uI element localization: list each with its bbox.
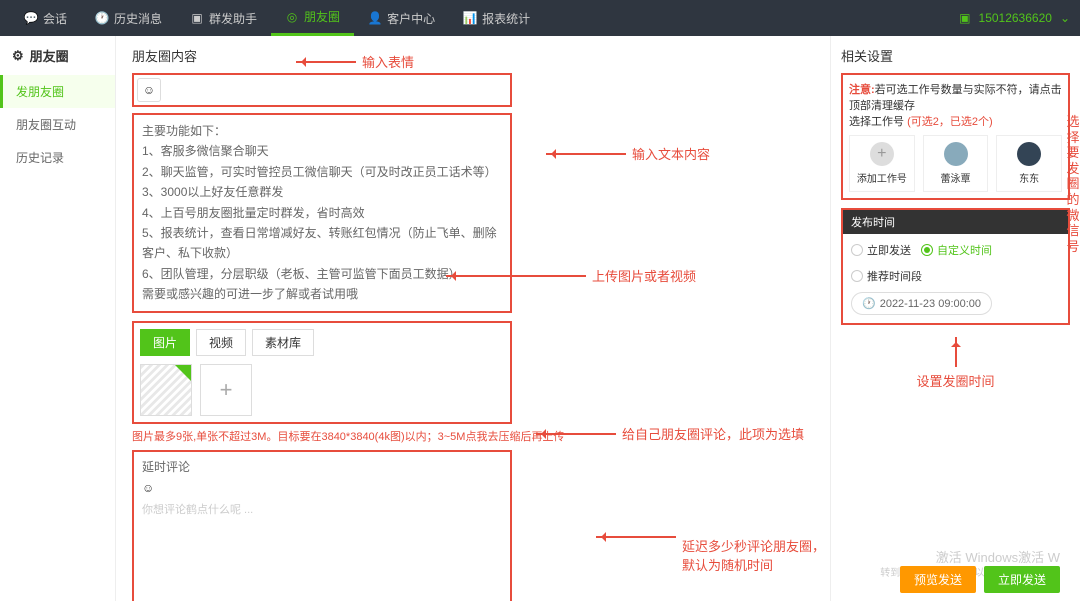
publish-time-value: 2022-11-23 09:00:00 [880, 298, 981, 310]
publish-time-input[interactable]: 🕐 2022-11-23 09:00:00 [851, 292, 992, 315]
nav-history[interactable]: 🕐 历史消息 [81, 0, 176, 36]
avatar-icon [944, 142, 968, 166]
media-hint: 图片最多9张,单张不超过3M。目标要在3840*3840(4k图)以内；3~5M… [132, 428, 814, 444]
sidebar-item-history[interactable]: 历史记录 [0, 141, 115, 174]
nav-label: 历史消息 [114, 10, 162, 27]
worker-add[interactable]: + 添加工作号 [849, 135, 915, 192]
sidebar-item-post[interactable]: 发朋友圈 [0, 75, 115, 108]
sidebar-left: ⚙ 朋友圈 发朋友圈 朋友圈互动 历史记录 [0, 36, 116, 601]
nav-moments[interactable]: ◎ 朋友圈 [271, 0, 354, 36]
chevron-down-icon: ⌄ [1060, 11, 1070, 25]
sidebar-header: ⚙ 朋友圈 [0, 36, 115, 75]
nav-customer[interactable]: 👤 客户中心 [354, 0, 449, 36]
worker-name: 东东 [999, 170, 1059, 185]
media-tab-image[interactable]: 图片 [140, 329, 190, 356]
clock-icon: 🕐 [95, 11, 109, 25]
media-tab-library[interactable]: 素材库 [252, 329, 314, 356]
watermark-line1: 激活 Windows激活 W [880, 549, 1060, 567]
notice-text: 若可选工作号数量与实际不符，请点击顶部清理缓存 [849, 84, 1062, 112]
radio-label: 推荐时间段 [867, 268, 922, 284]
nav-label: 朋友圈 [304, 8, 340, 25]
emoji-button[interactable]: ☺ [137, 78, 161, 102]
annot-worker-select: 选择要发圈的微信号 [1064, 114, 1080, 254]
gear-icon: ⚙ [12, 48, 24, 64]
media-thumb-add[interactable]: + [200, 364, 252, 416]
publish-opt-custom[interactable]: 自定义时间 [921, 242, 992, 258]
related-settings-title: 相关设置 [841, 46, 1070, 65]
send-icon: ▣ [190, 11, 204, 25]
comment-emoji-button[interactable]: ☺ [142, 481, 502, 495]
nav-label: 群发助手 [209, 10, 257, 27]
work-label: 选择工作号 [849, 116, 904, 128]
nav-label: 客户中心 [387, 10, 435, 27]
content-textarea[interactable]: 主要功能如下： 1、客服多微信聚合聊天 2、聊天监管，可实时管控员工微信聊天（可… [132, 113, 512, 313]
user-icon: 👤 [368, 11, 382, 25]
plus-icon: + [870, 142, 894, 166]
notice-label: 注意: [849, 84, 875, 96]
radio-icon [851, 270, 863, 282]
main-content: 朋友圈内容 ☺ 输入表情 主要功能如下： 1、客服多微信聚合聊天 2、聊天监管，… [116, 36, 830, 601]
top-nav: 💬 会话 🕐 历史消息 ▣ 群发助手 ◎ 朋友圈 👤 客户中心 📊 报表统计 ▣… [0, 0, 1080, 36]
nav-label: 会话 [43, 10, 67, 27]
nav-session[interactable]: 💬 会话 [10, 0, 81, 36]
nav-label: 报表统计 [482, 10, 530, 27]
notice-box: 注意:若可选工作号数量与实际不符，请点击顶部清理缓存 选择工作号 (可选2，已选… [841, 73, 1070, 200]
publish-opt-now[interactable]: 立即发送 [851, 242, 911, 258]
sidebar-title: 朋友圈 [30, 46, 69, 65]
clock-icon: 🕐 [862, 297, 876, 310]
comment-box[interactable]: 延时评论 ☺ 你想评论鹤点什么呢 ... [132, 450, 512, 601]
nav-group-send[interactable]: ▣ 群发助手 [176, 0, 271, 36]
annot-media: 上传图片或者视频 [592, 266, 696, 285]
page-title: 朋友圈内容 [132, 46, 814, 65]
comment-placeholder: 你想评论鹤点什么呢 ... [142, 501, 502, 517]
annot-delay: 延迟多少秒评论朋友圈， 默认为随机时间 [682, 536, 825, 574]
chat-icon: 💬 [24, 11, 38, 25]
arrow-up-icon [955, 337, 957, 367]
phone-number: 15012636620 [979, 11, 1052, 25]
user-badge-icon: ▣ [959, 11, 970, 25]
worker-name: 添加工作号 [852, 170, 912, 185]
sidebar-item-interact[interactable]: 朋友圈互动 [0, 108, 115, 141]
send-now-button[interactable]: 立即发送 [984, 566, 1060, 593]
worker-item-1[interactable]: 蕾泳覃 [923, 135, 989, 192]
nav-reports[interactable]: 📊 报表统计 [449, 0, 544, 36]
publish-opt-recommended[interactable]: 推荐时间段 [851, 268, 922, 284]
chart-icon: 📊 [463, 11, 477, 25]
nav-account[interactable]: ▣ 15012636620 ⌄ [959, 11, 1070, 25]
worker-item-2[interactable]: 东东 [996, 135, 1062, 192]
radio-label: 立即发送 [867, 242, 911, 258]
work-count: (可选2，已选2个) [907, 116, 993, 128]
radio-icon [921, 244, 933, 256]
comment-title: 延时评论 [142, 458, 502, 475]
annot-text: 输入文本内容 [632, 144, 710, 163]
footer-buttons: 预览发送 立即发送 [900, 566, 1060, 593]
radio-icon [851, 244, 863, 256]
annot-time-set: 设置发圈时间 [841, 371, 1070, 390]
worker-name: 蕾泳覃 [926, 170, 986, 185]
publish-title: 发布时间 [843, 210, 1068, 234]
emoji-section: ☺ [132, 73, 512, 107]
media-section: 图片 视频 素材库 + [132, 321, 512, 424]
publish-time-section: 发布时间 立即发送 自定义时间 推荐时间段 🕐 2022-11-23 09:00… [841, 208, 1070, 325]
media-tab-video[interactable]: 视频 [196, 329, 246, 356]
avatar-icon [1017, 142, 1041, 166]
radio-label: 自定义时间 [937, 242, 992, 258]
media-thumb-1[interactable] [140, 364, 192, 416]
preview-send-button[interactable]: 预览发送 [900, 566, 976, 593]
sidebar-right: 相关设置 注意:若可选工作号数量与实际不符，请点击顶部清理缓存 选择工作号 (可… [830, 36, 1080, 601]
moments-icon: ◎ [285, 10, 299, 24]
